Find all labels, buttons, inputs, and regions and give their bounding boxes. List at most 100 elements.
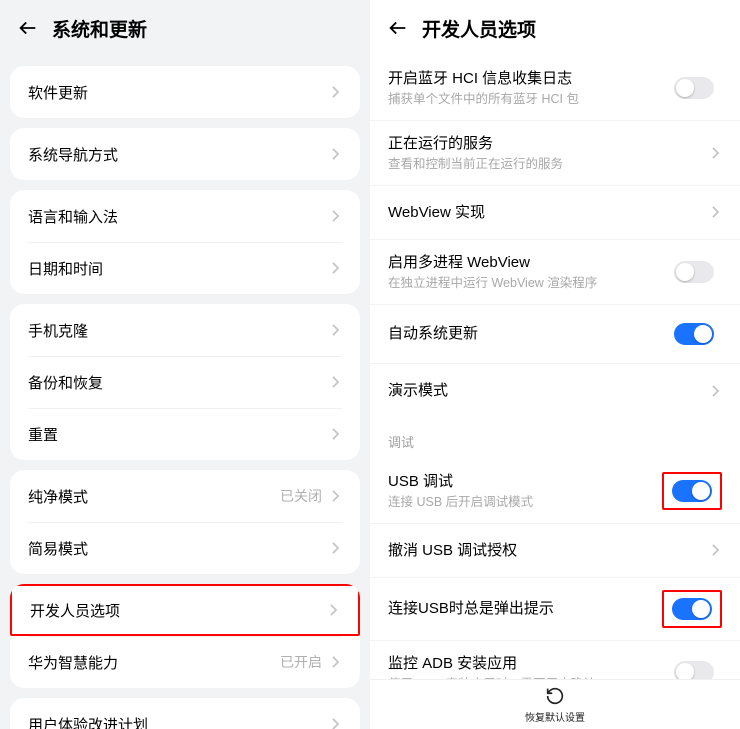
toggle-wrap [662,472,722,510]
back-arrow-icon [387,17,409,39]
settings-section: 系统导航方式 [10,128,360,180]
settings-section: 开发人员选项华为智慧能力已开启 [10,584,360,688]
dev-option-row[interactable]: WebView 实现 [370,186,740,240]
settings-row[interactable]: 日期和时间 [10,242,360,294]
row-label: 开发人员选项 [30,600,326,621]
back-button[interactable] [8,8,48,48]
row-title: 自动系统更新 [388,323,666,344]
toggle-switch[interactable] [672,598,712,620]
settings-row[interactable]: 系统导航方式 [10,128,360,180]
row-trailing [662,590,722,628]
row-value: 已关闭 [280,486,322,506]
group-label: 调试 [370,418,740,459]
row-text: 演示模式 [388,380,708,401]
chevron-right-icon [328,655,342,669]
header: 开发人员选项 [370,0,740,56]
row-title: 监控 ADB 安装应用 [388,653,666,674]
row-title: 撤消 USB 调试授权 [388,540,708,561]
row-label: 简易模式 [28,538,328,559]
dev-option-row[interactable]: 演示模式 [370,364,740,418]
row-trailing [666,317,722,351]
settings-row[interactable]: 手机克隆 [10,304,360,356]
row-trailing [666,255,722,289]
settings-row[interactable]: 纯净模式已关闭 [10,470,360,522]
system-update-panel: 系统和更新 软件更新系统导航方式语言和输入法日期和时间手机克隆备份和恢复重置纯净… [0,0,370,729]
page-title: 开发人员选项 [422,15,536,42]
settings-row[interactable]: 语言和输入法 [10,190,360,242]
row-subtitle: 捕获单个文件中的所有蓝牙 HCI 包 [388,91,666,108]
row-trailing [708,384,722,398]
back-button[interactable] [378,8,418,48]
row-label: 备份和恢复 [28,372,328,393]
row-text: 开启蓝牙 HCI 信息收集日志 捕获单个文件中的所有蓝牙 HCI 包 [388,68,666,108]
row-label: 纯净模式 [28,486,280,507]
row-trailing [708,205,722,219]
chevron-right-icon [328,489,342,503]
refresh-icon [544,685,566,707]
settings-section: 用户体验改进计划 [10,698,360,729]
chevron-right-icon [328,85,342,99]
chevron-right-icon [328,147,342,161]
row-label: 语言和输入法 [28,206,328,227]
row-label: 软件更新 [28,82,328,103]
row-title: 开启蓝牙 HCI 信息收集日志 [388,68,666,89]
row-trailing [666,71,722,105]
dev-option-row[interactable]: 开启蓝牙 HCI 信息收集日志 捕获单个文件中的所有蓝牙 HCI 包 [370,56,740,121]
row-title: 连接USB时总是弹出提示 [388,598,662,619]
settings-section: 语言和输入法日期和时间 [10,190,360,294]
settings-row[interactable]: 重置 [10,408,360,460]
settings-section: 手机克隆备份和恢复重置 [10,304,360,460]
settings-row[interactable]: 备份和恢复 [10,356,360,408]
settings-row[interactable]: 软件更新 [10,66,360,118]
settings-row[interactable]: 开发人员选项 [10,584,360,636]
toggle-switch[interactable] [674,261,714,283]
toggle-wrap [666,255,722,289]
toggle-switch[interactable] [672,480,712,502]
header: 系统和更新 [0,0,370,56]
restore-defaults-button[interactable]: 恢复默认设置 [370,679,740,729]
chevron-right-icon [328,323,342,337]
row-label: 用户体验改进计划 [28,714,328,729]
row-label: 重置 [28,424,328,445]
dev-option-row[interactable]: 撤消 USB 调试授权 [370,524,740,578]
toggle-switch[interactable] [674,77,714,99]
row-text: 连接USB时总是弹出提示 [388,598,662,619]
chevron-right-icon [708,146,722,160]
settings-row[interactable]: 华为智慧能力已开启 [10,636,360,688]
settings-section: 软件更新 [10,66,360,118]
chevron-right-icon [328,261,342,275]
row-text: 启用多进程 WebView 在独立进程中运行 WebView 渲染程序 [388,252,666,292]
row-subtitle: 在独立进程中运行 WebView 渲染程序 [388,275,666,292]
settings-section: 纯净模式已关闭简易模式 [10,470,360,574]
dev-option-row[interactable]: USB 调试 连接 USB 后开启调试模式 [370,459,740,524]
row-label: 手机克隆 [28,320,328,341]
row-text: 正在运行的服务 查看和控制当前正在运行的服务 [388,133,708,173]
settings-row[interactable]: 简易模式 [10,522,360,574]
chevron-right-icon [328,717,342,729]
chevron-right-icon [326,603,340,617]
chevron-right-icon [328,375,342,389]
dev-option-row[interactable]: 连接USB时总是弹出提示 [370,578,740,641]
footer-label: 恢复默认设置 [525,709,585,724]
row-text: WebView 实现 [388,202,708,223]
dev-option-row[interactable]: 正在运行的服务 查看和控制当前正在运行的服务 [370,121,740,186]
toggle-wrap [662,590,722,628]
back-arrow-icon [17,17,39,39]
row-label: 系统导航方式 [28,144,328,165]
dev-option-row[interactable]: 启用多进程 WebView 在独立进程中运行 WebView 渲染程序 [370,240,740,305]
row-subtitle: 查看和控制当前正在运行的服务 [388,156,708,173]
row-title: WebView 实现 [388,202,708,223]
row-label: 日期和时间 [28,258,328,279]
dev-option-row[interactable]: 自动系统更新 [370,305,740,364]
row-title: USB 调试 [388,471,662,492]
chevron-right-icon [328,541,342,555]
row-text: USB 调试 连接 USB 后开启调试模式 [388,471,662,511]
row-text: 撤消 USB 调试授权 [388,540,708,561]
toggle-switch[interactable] [674,323,714,345]
developer-options-panel: 开发人员选项 开启蓝牙 HCI 信息收集日志 捕获单个文件中的所有蓝牙 HCI … [370,0,740,729]
settings-row[interactable]: 用户体验改进计划 [10,698,360,729]
chevron-right-icon [708,543,722,557]
row-title: 正在运行的服务 [388,133,708,154]
page-title: 系统和更新 [52,15,147,42]
row-subtitle: 连接 USB 后开启调试模式 [388,494,662,511]
